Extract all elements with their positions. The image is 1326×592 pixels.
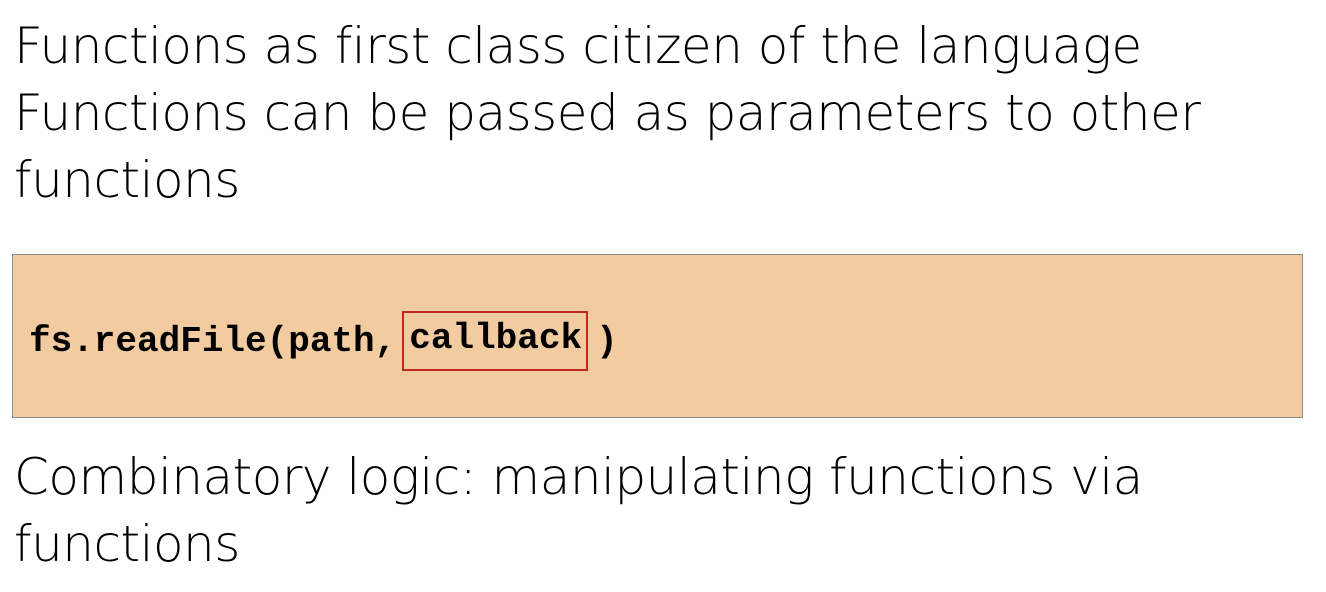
bullet-first-class: Functions as first class citizen of the … xyxy=(14,13,1142,80)
code-prefix: fs.readFile(path, xyxy=(29,320,397,362)
code-line: fs.readFile(path, callback) xyxy=(29,311,618,371)
bullet-combinatory-logic: Combinatory logic: manipulating function… xyxy=(14,444,1143,578)
text-line: Combinatory logic: manipulating function… xyxy=(14,448,1143,506)
bullet-pass-as-parameters: Functions can be passed as parameters to… xyxy=(14,80,1201,214)
text-line: Functions can be passed as parameters to… xyxy=(14,84,1201,142)
callback-highlight: callback xyxy=(402,311,589,371)
code-block: fs.readFile(path, callback) xyxy=(12,254,1303,418)
code-suffix: ) xyxy=(596,320,618,362)
text-line: functions xyxy=(14,151,240,209)
text-line: Functions as first class citizen of the … xyxy=(14,17,1142,75)
text-line: functions xyxy=(14,515,240,573)
